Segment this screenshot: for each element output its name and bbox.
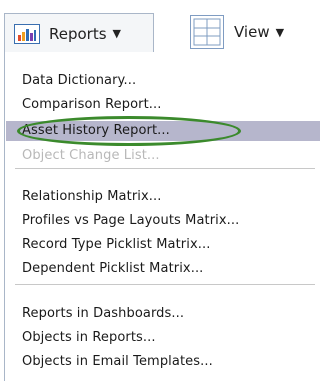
menu-item-dependent-picklist[interactable]: Dependent Picklist Matrix... xyxy=(22,261,203,276)
menu-item-comparison-report[interactable]: Comparison Report... xyxy=(22,97,161,112)
menu-item-record-type-picklist[interactable]: Record Type Picklist Matrix... xyxy=(22,237,210,252)
menu-separator xyxy=(15,284,315,285)
menu-item-object-change-list: Object Change List... xyxy=(22,148,160,163)
menu-separator xyxy=(15,168,315,169)
menu-item-objects-in-email-templates[interactable]: Objects in Email Templates... xyxy=(22,354,213,369)
reports-dropdown-menu: Data Dictionary... Comparison Report... … xyxy=(4,52,320,381)
menu-item-relationship-matrix[interactable]: Relationship Matrix... xyxy=(22,189,161,204)
view-label: View xyxy=(234,23,270,41)
layout-grid-icon xyxy=(190,15,224,49)
menu-item-profiles-vs-page-layouts[interactable]: Profiles vs Page Layouts Matrix... xyxy=(22,213,239,228)
menu-item-data-dictionary[interactable]: Data Dictionary... xyxy=(22,73,136,88)
menu-item-objects-in-reports[interactable]: Objects in Reports... xyxy=(22,330,156,345)
bar-chart-icon xyxy=(14,23,40,44)
view-menu-button[interactable]: View ▼ xyxy=(190,13,320,51)
chevron-down-icon: ▼ xyxy=(112,27,122,40)
menu-item-reports-in-dashboards[interactable]: Reports in Dashboards... xyxy=(22,306,184,321)
reports-menu-button[interactable]: Reports ▼ xyxy=(4,13,154,53)
reports-label: Reports xyxy=(49,24,107,43)
chevron-down-icon: ▼ xyxy=(275,25,285,39)
annotation-ellipse xyxy=(17,116,241,146)
